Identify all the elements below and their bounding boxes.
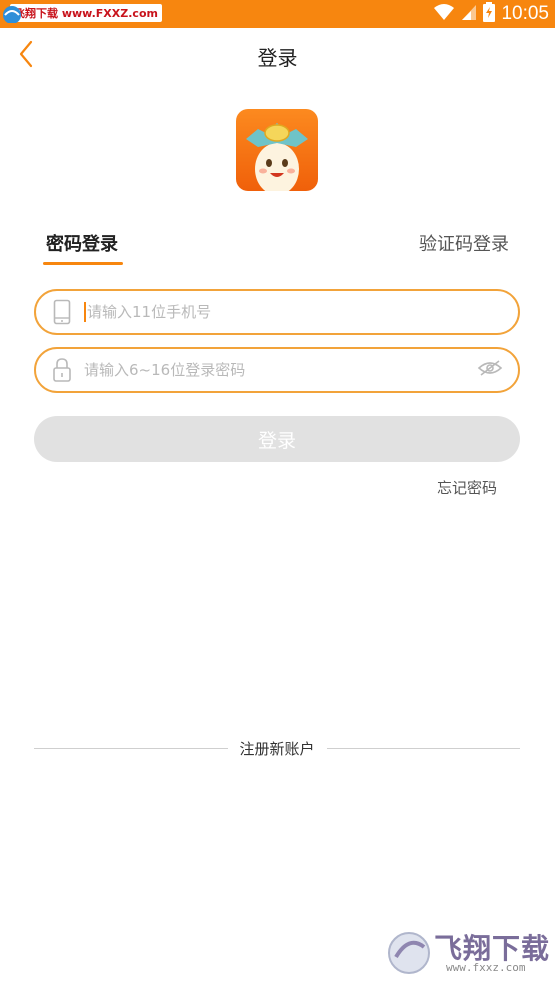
eye-hidden-icon xyxy=(477,359,503,381)
active-tab-indicator xyxy=(43,262,123,265)
status-time: 10:05 xyxy=(501,3,549,24)
watermark-text: 飞翔下载 www.FXXZ.com xyxy=(10,4,162,22)
signal-icon xyxy=(461,3,477,25)
battery-icon xyxy=(483,2,496,26)
toggle-password-visibility-button[interactable] xyxy=(468,349,512,391)
watermark-bottom: 飞翔下载 www.fxxz.com xyxy=(386,925,549,981)
app-logo xyxy=(236,109,318,191)
divider-left xyxy=(34,747,228,749)
password-field xyxy=(34,347,520,393)
nav-bar: 登录 xyxy=(0,28,555,84)
text-cursor xyxy=(84,302,86,322)
wifi-icon xyxy=(433,3,455,25)
divider-right xyxy=(326,747,521,749)
forgot-password-link[interactable]: 忘记密码 xyxy=(437,477,497,498)
page-title: 登录 xyxy=(257,46,298,70)
lock-icon xyxy=(40,349,84,391)
status-icons: 10:05 xyxy=(433,0,549,28)
status-bar: 飞翔下载 www.FXXZ.com 10:05 xyxy=(0,0,555,28)
register-row: 注册新账户 xyxy=(34,736,521,760)
login-button[interactable]: 登录 xyxy=(34,416,520,462)
tab-password-login[interactable]: 密码登录 xyxy=(46,230,118,256)
watermark-logo-icon xyxy=(386,927,432,981)
login-tabs: 密码登录 验证码登录 xyxy=(0,230,555,270)
password-input[interactable] xyxy=(84,350,468,390)
phone-icon xyxy=(40,291,84,333)
watermark-url: www.fxxz.com xyxy=(446,961,526,974)
watermark-logo-icon xyxy=(0,3,24,24)
register-link[interactable]: 注册新账户 xyxy=(228,738,327,759)
watermark-top: 飞翔下载 www.FXXZ.com xyxy=(0,3,162,24)
tab-code-login[interactable]: 验证码登录 xyxy=(419,230,509,256)
phone-input[interactable] xyxy=(87,292,518,332)
phone-field xyxy=(34,289,520,335)
